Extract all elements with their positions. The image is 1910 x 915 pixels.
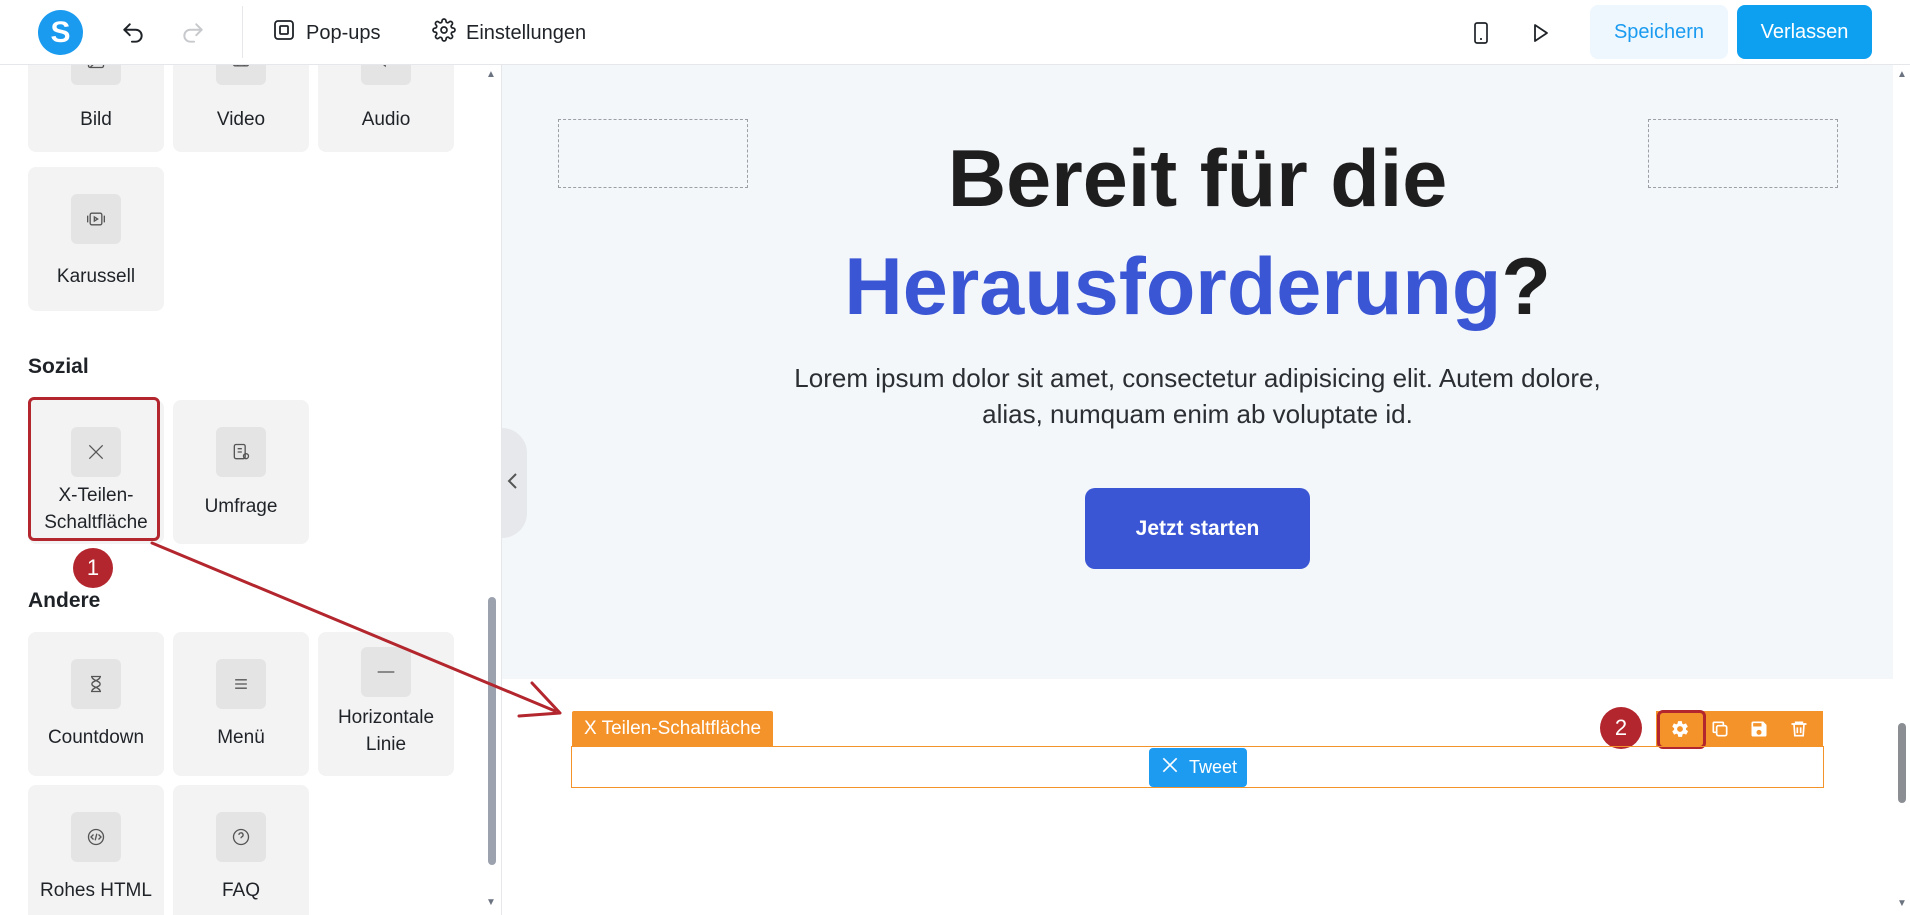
popups-button[interactable]: Pop-ups (272, 18, 381, 48)
canvas-scroll-thumb[interactable] (1898, 723, 1906, 803)
panel-scroll-thumb[interactable] (488, 597, 496, 865)
tile-raw-html[interactable]: Rohes HTML (28, 785, 164, 915)
save-icon[interactable] (1745, 715, 1773, 743)
tile-label: Menü (217, 727, 265, 748)
hero-title-line2: Herausforderung? (502, 233, 1893, 341)
tweet-label: Tweet (1188, 757, 1238, 777)
horizontal-line-icon (361, 647, 411, 697)
tile-faq[interactable]: FAQ (173, 785, 309, 915)
section-title-social: Sozial (28, 355, 89, 378)
x-logo-icon (1159, 755, 1181, 780)
chevron-left-icon (506, 471, 520, 496)
selected-block-label[interactable]: X Teilen-Schaltfläche (572, 711, 774, 747)
tile-video[interactable]: Video (173, 65, 309, 152)
video-icon (216, 65, 266, 85)
copy-icon[interactable] (1706, 715, 1734, 743)
tile-label: Rohes HTML (40, 880, 152, 901)
tweet-button[interactable]: Tweet (1149, 748, 1247, 787)
popups-label: Pop-ups (306, 21, 381, 44)
canvas-scrollbar[interactable]: ▲ ▼ (1894, 65, 1910, 915)
gear-icon (432, 18, 456, 48)
leave-button[interactable]: Verlassen (1737, 5, 1872, 59)
audio-icon (361, 65, 411, 85)
top-toolbar: S Pop-ups Einstellungen Speichern Verlas… (0, 0, 1910, 65)
scroll-down-arrow-icon[interactable]: ▼ (486, 897, 496, 908)
app-logo[interactable]: S (38, 10, 83, 55)
cta-button[interactable]: Jetzt starten (1085, 488, 1310, 569)
undo-icon[interactable] (118, 18, 148, 48)
editor-canvas: Bereit für die Herausforderung? Lorem ip… (501, 65, 1893, 915)
toolbar-divider (242, 6, 243, 58)
hero-title-suffix: ? (1501, 242, 1551, 332)
tile-label: Karussell (56, 266, 136, 287)
tile-label: Umfrage (204, 496, 278, 517)
scroll-up-arrow-icon[interactable]: ▲ (1897, 69, 1907, 80)
tile-label: Countdown (47, 727, 145, 748)
delete-icon[interactable] (1785, 715, 1813, 743)
tile-horizontal-line[interactable]: Horizontale Linie (318, 632, 454, 776)
image-icon (71, 65, 121, 85)
save-button[interactable]: Speichern (1590, 5, 1728, 59)
question-icon (216, 812, 266, 862)
tile-carousel[interactable]: Karussell (28, 167, 164, 311)
hourglass-icon (71, 659, 121, 709)
popup-icon (272, 18, 296, 48)
mobile-preview-icon[interactable] (1466, 18, 1496, 48)
tile-label: FAQ (221, 880, 260, 901)
carousel-icon (71, 194, 121, 244)
code-icon (71, 812, 121, 862)
highlight-block-settings (1657, 710, 1706, 749)
hero-section[interactable]: Bereit für die Herausforderung? Lorem ip… (502, 65, 1893, 679)
tile-poll[interactable]: Umfrage (173, 400, 309, 544)
tile-label: Bild (80, 109, 112, 130)
hero-title[interactable]: Bereit für die Herausforderung? (502, 125, 1893, 341)
collapse-panel-tab[interactable] (502, 428, 527, 538)
tile-label: Audio (361, 109, 411, 130)
scroll-up-arrow-icon[interactable]: ▲ (486, 69, 496, 80)
tile-label: Horizontale Linie (337, 707, 435, 755)
hero-title-line1: Bereit für die (947, 134, 1448, 224)
tile-label: Video (216, 109, 266, 130)
section-title-other: Andere (28, 589, 101, 612)
tile-menu[interactable]: Menü (173, 632, 309, 776)
tile-image[interactable]: Bild (28, 65, 164, 152)
poll-icon (216, 427, 266, 477)
hero-title-accent: Herausforderung (844, 242, 1502, 332)
tile-countdown[interactable]: Countdown (28, 632, 164, 776)
menu-icon (216, 659, 266, 709)
step-badge-2: 2 (1600, 707, 1642, 749)
step-badge-1: 1 (73, 548, 113, 588)
hero-text[interactable]: Lorem ipsum dolor sit amet, consectetur … (782, 360, 1613, 432)
settings-button[interactable]: Einstellungen (432, 18, 586, 48)
tile-audio[interactable]: Audio (318, 65, 454, 152)
settings-label: Einstellungen (466, 21, 587, 44)
redo-icon[interactable] (178, 18, 208, 48)
elements-panel: Bild Video Audio Karussell Sozial X-Teil… (0, 65, 500, 915)
panel-scrollbar[interactable]: ▲ ▼ (485, 65, 499, 915)
play-preview-icon[interactable] (1525, 18, 1555, 48)
highlight-x-share-tile (28, 397, 160, 541)
scroll-down-arrow-icon[interactable]: ▼ (1897, 898, 1907, 909)
